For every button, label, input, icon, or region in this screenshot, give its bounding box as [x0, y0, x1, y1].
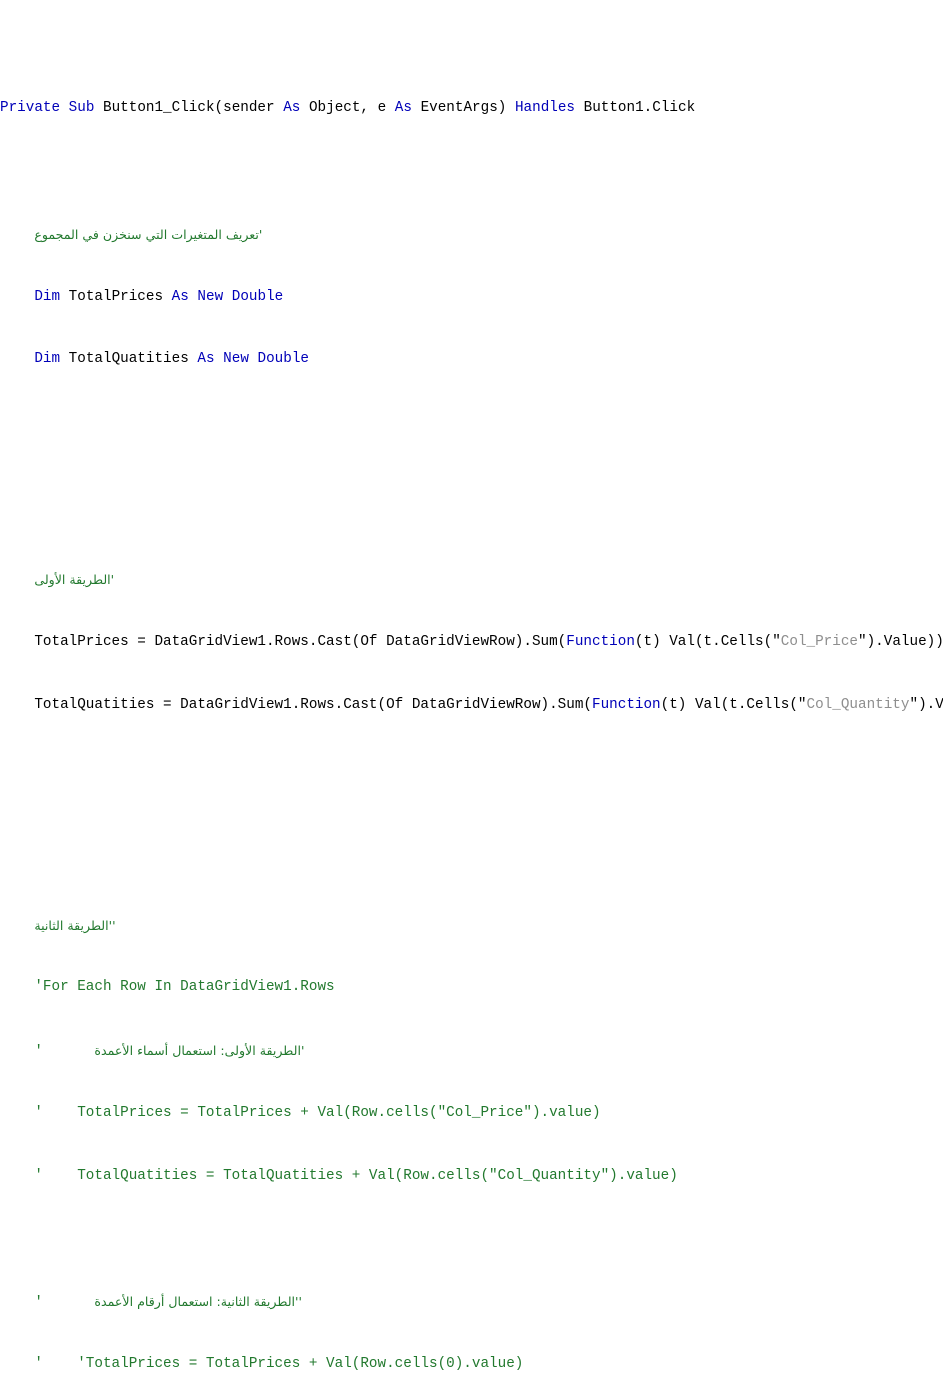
string-col-price: Col_Price [780, 633, 858, 650]
comment-define-variables: 'تعريف المتغيرات التي سنخزن في المجموع [34, 226, 263, 242]
keyword-as-1: As [283, 100, 301, 117]
type-object: Object, [308, 100, 370, 117]
quote-close-col-quantity: " [909, 696, 919, 713]
type-double-quantities: Double [257, 351, 309, 368]
handler-target: Button1.Click [583, 100, 696, 117]
comment-way1-column-names: 'الطريقة الأولى: استعمال أسماء الأعمدة [94, 1043, 305, 1059]
comment-tick-way1: ' [34, 1044, 43, 1061]
comment-totalprices-index: ' 'TotalPrices = TotalPrices + Val(Row.c… [34, 1356, 524, 1373]
line-dim-totalquatities: Dim TotalQuatities As New Double [0, 352, 943, 368]
line-comment-method-one: 'الطريقة الأولى [0, 572, 943, 588]
comment-for-each-row: 'For Each Row In DataGridView1.Rows [34, 979, 335, 996]
keyword-handles: Handles [514, 100, 576, 117]
sum-prices-mid: (t) Val(t.Cells( [634, 633, 773, 650]
method-name: Button1_Click(sender [103, 100, 275, 117]
keyword-new-prices: New [197, 288, 224, 305]
line-dim-totalprices: Dim TotalPrices As New Double [0, 288, 943, 306]
line-sub-signature: Private Sub Button1_Click(sender As Obje… [0, 100, 943, 117]
line-comment-prices-named: ' TotalPrices = TotalPrices + Val(Row.ce… [0, 1104, 943, 1122]
line-sum-prices: TotalPrices = DataGridView1.Rows.Cast(Of… [0, 633, 943, 651]
comment-second-method: ''الطريقة الثانية [34, 917, 116, 933]
var-totalprices: TotalPrices [68, 288, 164, 305]
line-comment-way1-label: ' 'الطريقة الأولى: استعمال أسماء الأعمدة [0, 1043, 943, 1061]
sum-quantities-lhs: TotalQuatities = DataGridView1.Rows.Cast… [34, 696, 592, 713]
comment-way2-column-indexes: ''الطريقة الثانية: استعمال أرقام الأعمدة [94, 1294, 302, 1310]
keyword-dim-quantities: Dim [34, 351, 61, 368]
sum-prices-tail: ).Value)) [866, 633, 943, 650]
comment-tick-way2: ' [34, 1295, 43, 1312]
quote-close-col-price: " [858, 633, 867, 650]
line-comment-quantities-named: ' TotalQuatities = TotalQuatities + Val(… [0, 1167, 943, 1185]
line-comment-way2-label: ' ''الطريقة الثانية: استعمال أرقام الأعم… [0, 1294, 943, 1312]
type-eventargs: EventArgs) [420, 100, 507, 117]
top-padding [0, 47, 943, 54]
comment-totalquatities-named: ' TotalQuatities = TotalQuatities + Val(… [34, 1167, 678, 1184]
quote-open-col-price: " [772, 633, 781, 650]
sum-quantities-tail: ).Value)) [918, 696, 943, 713]
code-editor-canvas: Private Sub Button1_Click(sender As Obje… [0, 0, 943, 1372]
var-totalquatities: TotalQuatities [68, 351, 189, 368]
keyword-dim-prices: Dim [34, 288, 61, 305]
line-comment-vars: 'تعريف المتغيرات التي سنخزن في المجموع [0, 227, 943, 243]
keyword-as-2: As [394, 100, 412, 117]
sum-prices-lhs: TotalPrices = DataGridView1.Rows.Cast(Of… [34, 633, 567, 650]
keyword-private: Private [0, 100, 61, 117]
quote-open-col-quantity: " [797, 696, 807, 713]
keyword-function-prices: Function [566, 633, 635, 650]
sum-quantities-mid: (t) Val(t.Cells( [660, 696, 798, 713]
keyword-new-quantities: New [223, 351, 249, 368]
keyword-as-quantities: As [197, 351, 215, 368]
comment-totalprices-named: ' TotalPrices = TotalPrices + Val(Row.ce… [34, 1104, 601, 1121]
keyword-function-quantities: Function [592, 696, 661, 713]
line-comment-prices-index: ' 'TotalPrices = TotalPrices + Val(Row.c… [0, 1356, 943, 1373]
keyword-sub: Sub [68, 100, 95, 117]
line-comment-foreach: 'For Each Row In DataGridView1.Rows [0, 980, 943, 996]
line-comment-method-two: ''الطريقة الثانية [0, 918, 943, 934]
keyword-as-prices: As [171, 288, 189, 305]
type-double-prices: Double [231, 288, 284, 305]
line-sum-quantities: TotalQuatities = DataGridView1.Rows.Cast… [0, 696, 943, 714]
comment-first-method: 'الطريقة الأولى [34, 572, 115, 588]
param-e: e [377, 100, 387, 117]
string-col-quantity: Col_Quantity [806, 696, 910, 713]
